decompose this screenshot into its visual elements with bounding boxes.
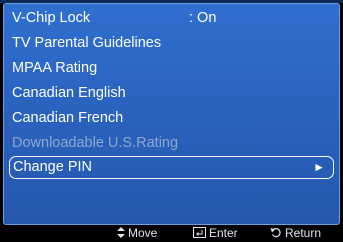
updown-arrow-icon: [117, 225, 125, 242]
menu-item-label: V-Chip Lock: [12, 10, 91, 26]
menu-item-label: Downloadable U.S.Rating: [12, 135, 179, 151]
menu-item-label: TV Parental Guidelines: [12, 35, 162, 51]
menu-item-label: Canadian French: [12, 110, 124, 126]
menu-item-canadian-french[interactable]: Canadian French: [4, 106, 339, 131]
hint-enter-label: Enter: [209, 226, 238, 240]
footer-hints: Move Enter Return: [0, 225, 343, 242]
return-icon: [270, 225, 282, 242]
menu-item-label: Canadian English: [12, 85, 126, 101]
enter-icon: [193, 225, 206, 242]
hint-enter: Enter: [193, 225, 238, 242]
vchip-menu-panel: V-Chip Lock : On TV Parental Guidelines …: [3, 3, 340, 225]
menu-item-tv-parental-guidelines[interactable]: TV Parental Guidelines: [4, 31, 339, 56]
hint-return: Return: [270, 225, 321, 242]
menu-item-label: MPAA Rating: [12, 60, 98, 76]
menu-item-label: Change PIN: [13, 159, 92, 175]
hint-return-label: Return: [285, 226, 322, 240]
menu-item-vchip-lock[interactable]: V-Chip Lock : On: [4, 6, 339, 31]
right-arrow-icon: ►: [313, 160, 325, 174]
menu-item-downloadable-us-rating: Downloadable U.S.Rating: [4, 131, 339, 156]
menu-item-change-pin[interactable]: Change PIN ►: [9, 156, 334, 179]
menu-item-canadian-english[interactable]: Canadian English: [4, 81, 339, 106]
menu-item-value: : On: [189, 10, 217, 26]
hint-move-label: Move: [128, 226, 158, 240]
menu-item-mpaa-rating[interactable]: MPAA Rating: [4, 56, 339, 81]
hint-move: Move: [117, 225, 157, 242]
